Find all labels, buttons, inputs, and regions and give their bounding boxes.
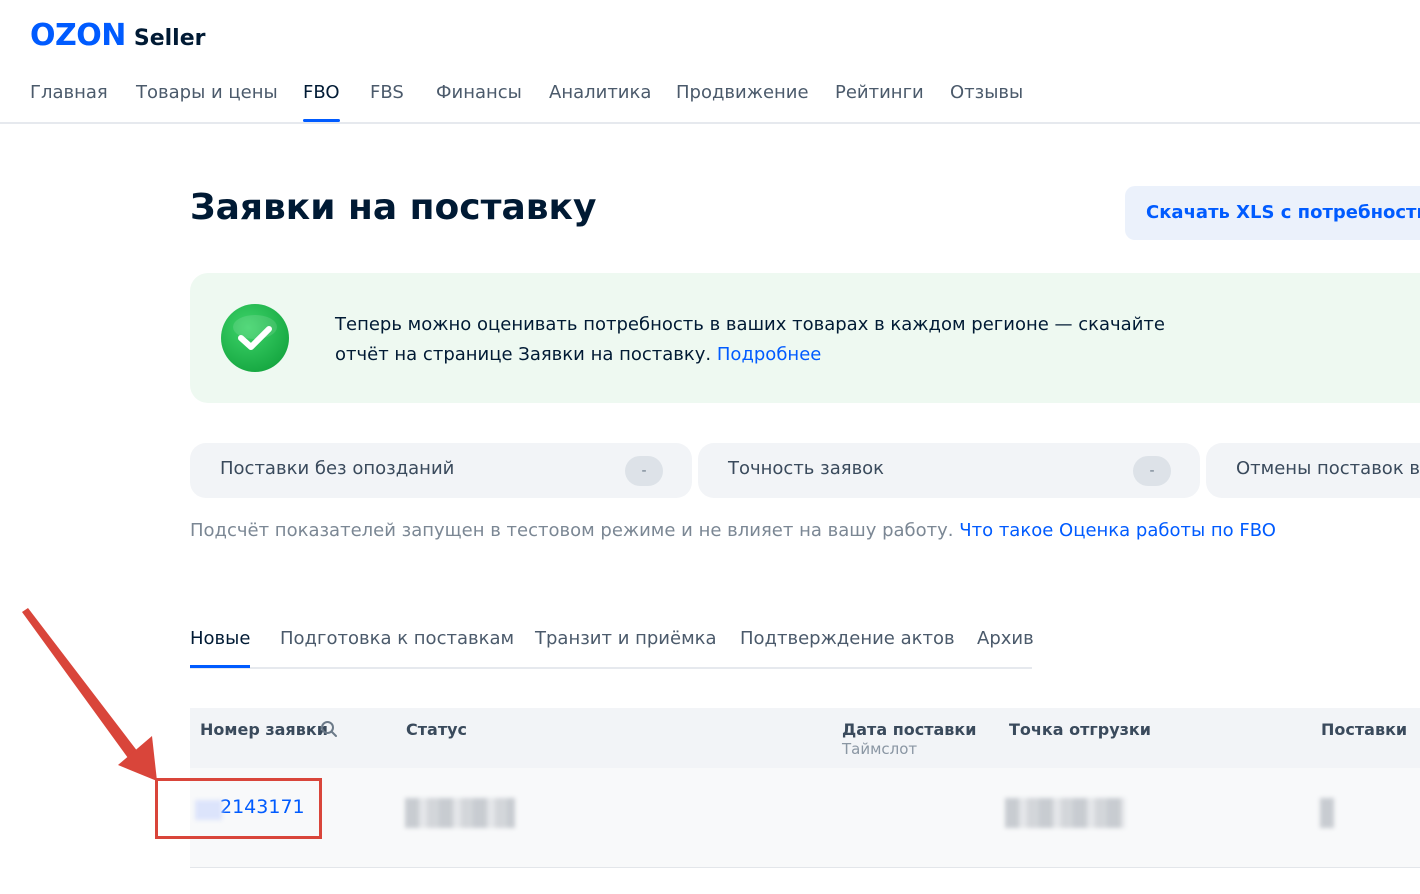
nav-item-analytics[interactable]: Аналитика — [549, 82, 651, 103]
check-circle-icon — [221, 304, 289, 372]
metric-card-accuracy[interactable]: Точность заявок - — [698, 443, 1200, 498]
metric-card-cancellations[interactable]: Отмены поставок во — [1206, 443, 1420, 498]
nav-item-promotion[interactable]: Продвижение — [676, 82, 809, 103]
tab-acts[interactable]: Подтверждение актов — [740, 628, 955, 649]
tab-preparation[interactable]: Подготовка к поставкам — [280, 628, 514, 649]
banner-more-link[interactable]: Подробнее — [717, 344, 821, 365]
column-order-number[interactable]: Номер заявки — [200, 720, 328, 739]
download-xls-button[interactable]: Скачать XLS с потребностью — [1125, 186, 1420, 240]
metric-label: Поставки без опозданий — [220, 458, 455, 479]
metric-label: Точность заявок — [728, 458, 885, 479]
supplies-redacted — [1320, 798, 1334, 828]
tab-transit[interactable]: Транзит и приёмка — [535, 628, 717, 649]
note-text: Подсчёт показателей запущен в тестовом р… — [190, 520, 954, 541]
table-row[interactable]: 2143171 — [190, 768, 1420, 868]
nav-item-finance[interactable]: Финансы — [436, 82, 522, 103]
supply-tabs: Новые Подготовка к поставкам Транзит и п… — [190, 625, 1034, 669]
status-redacted — [405, 798, 515, 828]
column-supplies: Поставки — [1321, 720, 1408, 739]
nav-item-ratings[interactable]: Рейтинги — [835, 82, 924, 103]
tab-archive[interactable]: Архив — [977, 628, 1034, 649]
shipping-point-redacted — [1005, 798, 1125, 828]
search-icon[interactable] — [320, 720, 338, 738]
column-supply-date: Дата поставки — [842, 720, 977, 739]
test-mode-note: Подсчёт показателей запущен в тестовом р… — [190, 520, 1276, 541]
info-banner: Теперь можно оценивать потребность в ваш… — [190, 273, 1420, 403]
metric-label: Отмены поставок во — [1236, 458, 1420, 479]
column-shipping-point: Точка отгрузки — [1009, 720, 1151, 739]
logo-brand: OZON — [30, 18, 126, 53]
metric-card-on-time[interactable]: Поставки без опозданий - — [190, 443, 692, 498]
logo-product: Seller — [133, 26, 206, 51]
metric-value-badge: - — [625, 456, 663, 486]
metric-value-badge: - — [1133, 456, 1171, 486]
annotation-arrow-icon — [22, 608, 157, 781]
column-timeslot: Таймслот — [842, 740, 918, 758]
nav-item-fbs[interactable]: FBS — [370, 82, 404, 103]
table-header: Номер заявки Статус Дата поставки Таймсл… — [190, 708, 1420, 768]
banner-message: Теперь можно оценивать потребность в ваш… — [335, 310, 1175, 370]
ozon-seller-logo[interactable]: OZON Seller — [30, 18, 206, 53]
nav-active-indicator — [303, 119, 340, 122]
top-navigation: Главная Товары и цены FBO FBS Финансы Ан… — [0, 78, 1420, 124]
column-status: Статус — [406, 720, 467, 739]
nav-item-main[interactable]: Главная — [30, 82, 108, 103]
nav-item-reviews[interactable]: Отзывы — [950, 82, 1023, 103]
fbo-rating-link[interactable]: Что такое Оценка работы по FBO — [959, 520, 1276, 541]
page-title: Заявки на поставку — [190, 187, 597, 228]
nav-item-products[interactable]: Товары и цены — [136, 82, 278, 103]
nav-item-fbo[interactable]: FBO — [303, 82, 340, 103]
